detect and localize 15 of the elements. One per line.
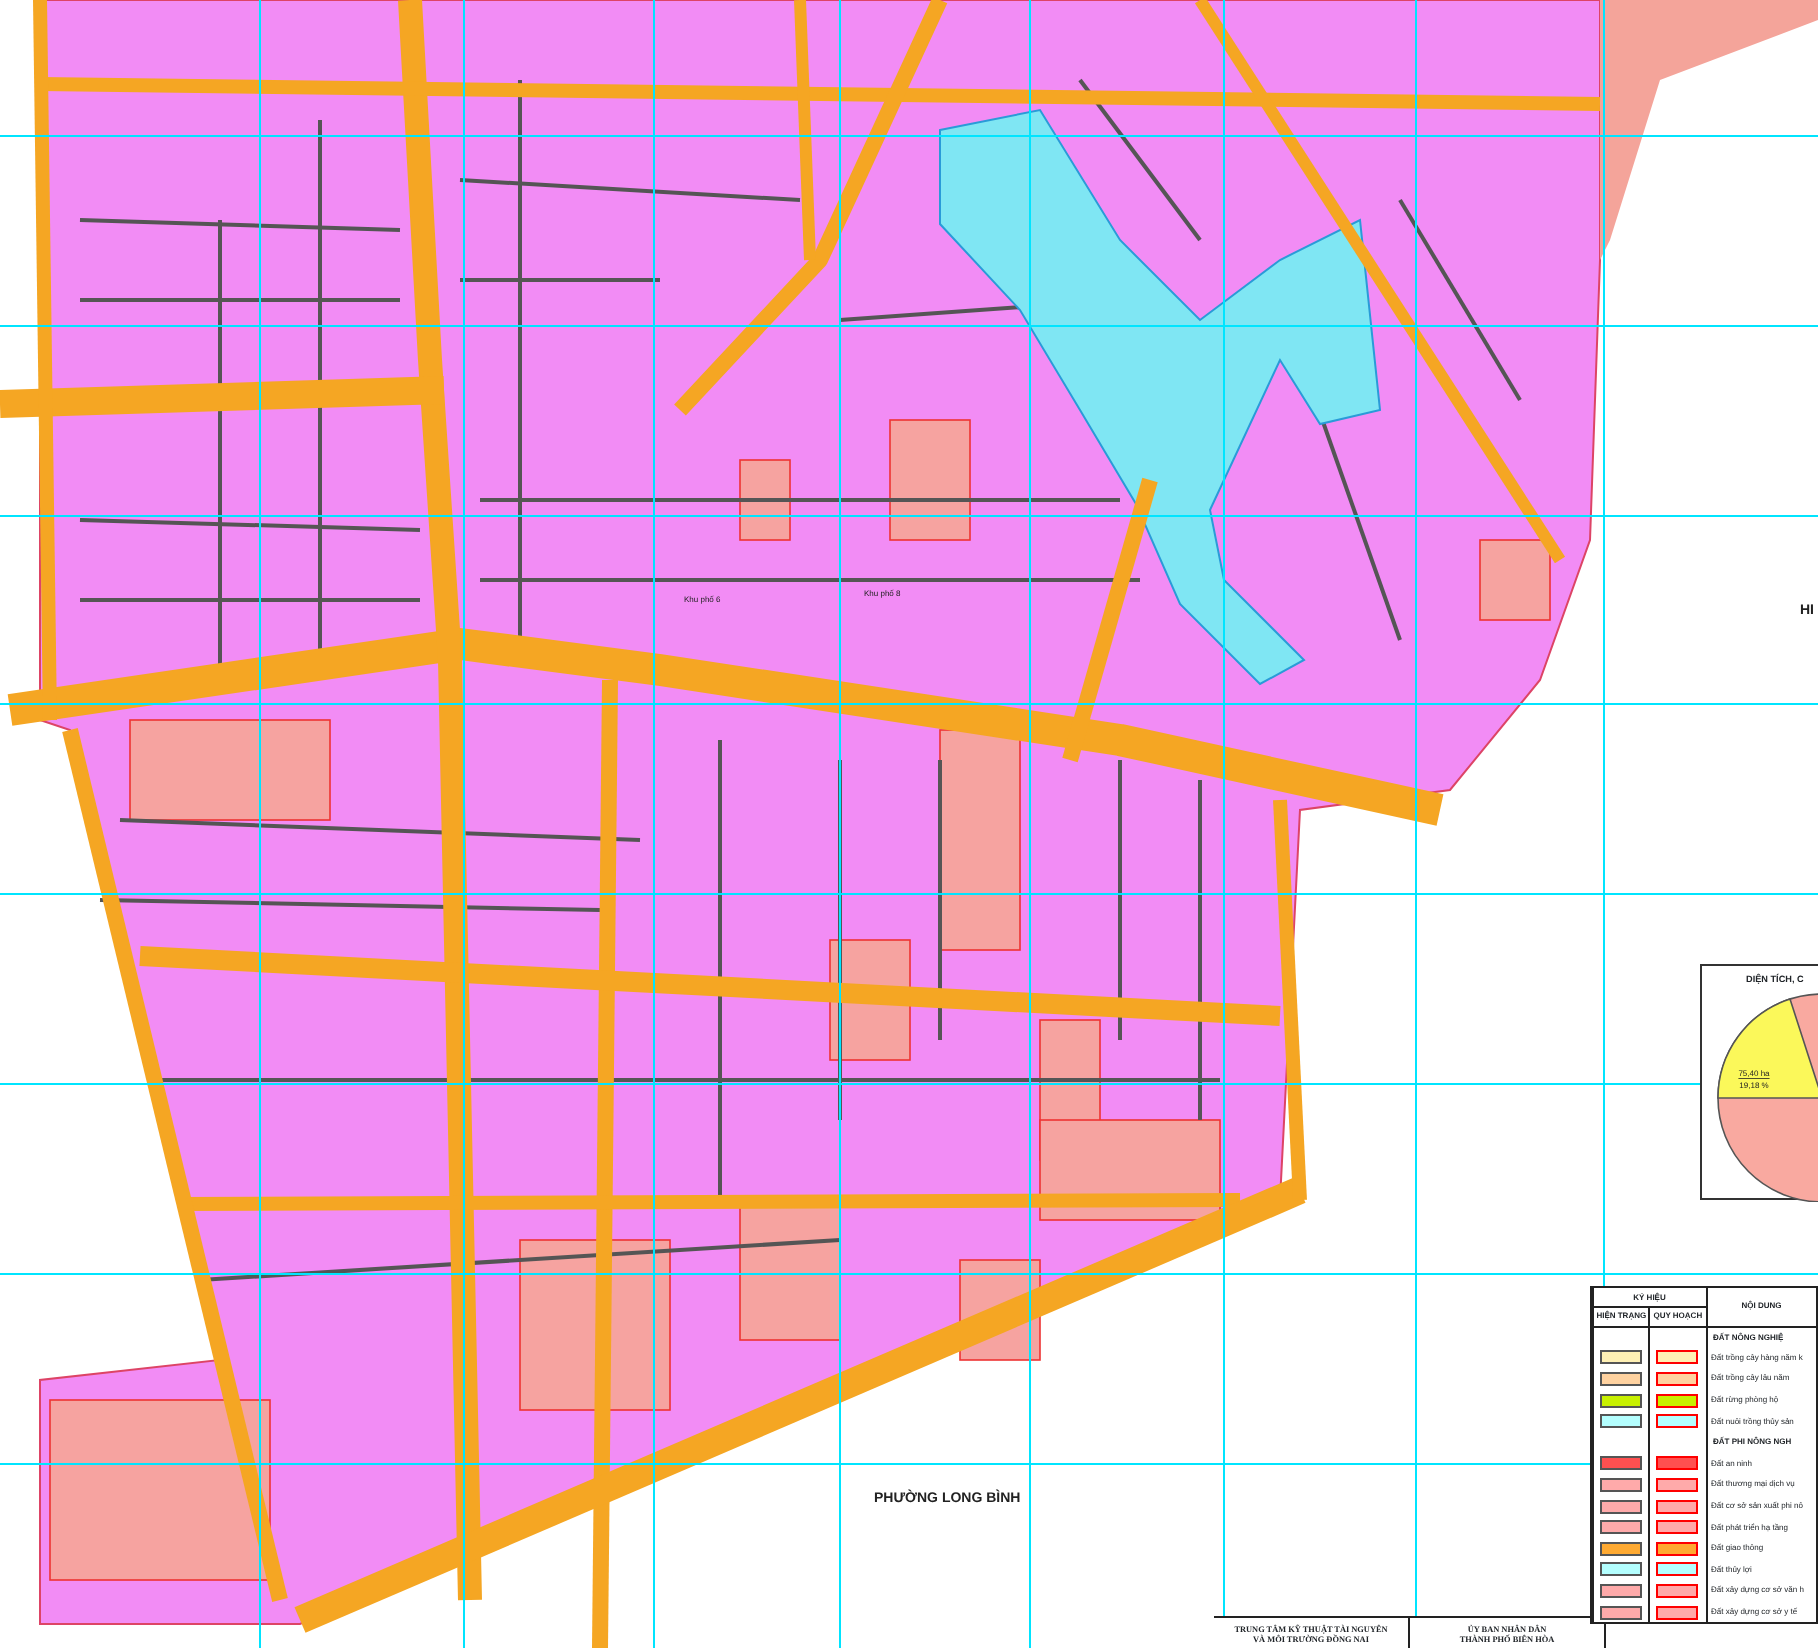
color-swatch bbox=[1656, 1499, 1699, 1514]
color-swatch bbox=[1656, 1393, 1699, 1408]
color-swatch bbox=[1656, 1583, 1699, 1598]
color-swatch bbox=[1656, 1350, 1699, 1365]
land-parcel bbox=[1479, 539, 1551, 621]
color-swatch bbox=[1656, 1520, 1699, 1535]
color-swatch bbox=[1656, 1477, 1699, 1492]
color-swatch bbox=[1656, 1562, 1699, 1577]
color-swatch bbox=[1656, 1414, 1699, 1429]
land-parcel bbox=[889, 419, 971, 541]
color-swatch bbox=[1656, 1605, 1699, 1620]
land-parcel bbox=[739, 459, 791, 541]
color-swatch bbox=[1656, 1541, 1699, 1556]
color-swatch bbox=[1656, 1456, 1699, 1471]
color-swatch bbox=[1656, 1371, 1699, 1386]
